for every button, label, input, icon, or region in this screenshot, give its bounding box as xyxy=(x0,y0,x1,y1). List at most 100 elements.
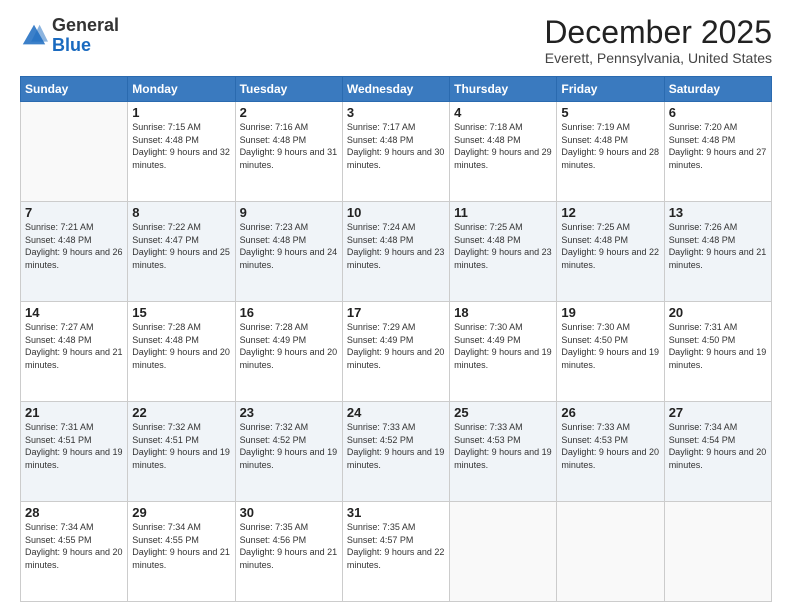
day-number-29: 29 xyxy=(132,505,230,520)
day-info-8: Sunrise: 7:22 AM Sunset: 4:47 PM Dayligh… xyxy=(132,221,230,271)
day-number-22: 22 xyxy=(132,405,230,420)
cell-4-6 xyxy=(664,502,771,602)
cell-0-0 xyxy=(21,102,128,202)
logo-blue: Blue xyxy=(52,35,91,55)
cell-2-5: 19Sunrise: 7:30 AM Sunset: 4:50 PM Dayli… xyxy=(557,302,664,402)
cell-2-6: 20Sunrise: 7:31 AM Sunset: 4:50 PM Dayli… xyxy=(664,302,771,402)
day-number-6: 6 xyxy=(669,105,767,120)
day-info-22: Sunrise: 7:32 AM Sunset: 4:51 PM Dayligh… xyxy=(132,421,230,471)
calendar-table: Sunday Monday Tuesday Wednesday Thursday… xyxy=(20,76,772,602)
header-saturday: Saturday xyxy=(664,77,771,102)
day-number-11: 11 xyxy=(454,205,552,220)
cell-4-0: 28Sunrise: 7:34 AM Sunset: 4:55 PM Dayli… xyxy=(21,502,128,602)
cell-1-0: 7Sunrise: 7:21 AM Sunset: 4:48 PM Daylig… xyxy=(21,202,128,302)
cell-2-3: 17Sunrise: 7:29 AM Sunset: 4:49 PM Dayli… xyxy=(342,302,449,402)
day-info-6: Sunrise: 7:20 AM Sunset: 4:48 PM Dayligh… xyxy=(669,121,767,171)
cell-2-0: 14Sunrise: 7:27 AM Sunset: 4:48 PM Dayli… xyxy=(21,302,128,402)
header-tuesday: Tuesday xyxy=(235,77,342,102)
cell-1-5: 12Sunrise: 7:25 AM Sunset: 4:48 PM Dayli… xyxy=(557,202,664,302)
week-row-4: 28Sunrise: 7:34 AM Sunset: 4:55 PM Dayli… xyxy=(21,502,772,602)
day-info-26: Sunrise: 7:33 AM Sunset: 4:53 PM Dayligh… xyxy=(561,421,659,471)
day-info-30: Sunrise: 7:35 AM Sunset: 4:56 PM Dayligh… xyxy=(240,521,338,571)
week-row-0: 1Sunrise: 7:15 AM Sunset: 4:48 PM Daylig… xyxy=(21,102,772,202)
day-info-10: Sunrise: 7:24 AM Sunset: 4:48 PM Dayligh… xyxy=(347,221,445,271)
day-info-28: Sunrise: 7:34 AM Sunset: 4:55 PM Dayligh… xyxy=(25,521,123,571)
cell-0-6: 6Sunrise: 7:20 AM Sunset: 4:48 PM Daylig… xyxy=(664,102,771,202)
cell-1-2: 9Sunrise: 7:23 AM Sunset: 4:48 PM Daylig… xyxy=(235,202,342,302)
header-sunday: Sunday xyxy=(21,77,128,102)
day-number-20: 20 xyxy=(669,305,767,320)
day-info-11: Sunrise: 7:25 AM Sunset: 4:48 PM Dayligh… xyxy=(454,221,552,271)
day-number-15: 15 xyxy=(132,305,230,320)
day-number-5: 5 xyxy=(561,105,659,120)
day-number-7: 7 xyxy=(25,205,123,220)
cell-4-1: 29Sunrise: 7:34 AM Sunset: 4:55 PM Dayli… xyxy=(128,502,235,602)
day-number-24: 24 xyxy=(347,405,445,420)
day-info-3: Sunrise: 7:17 AM Sunset: 4:48 PM Dayligh… xyxy=(347,121,445,171)
week-row-3: 21Sunrise: 7:31 AM Sunset: 4:51 PM Dayli… xyxy=(21,402,772,502)
cell-1-3: 10Sunrise: 7:24 AM Sunset: 4:48 PM Dayli… xyxy=(342,202,449,302)
cell-0-4: 4Sunrise: 7:18 AM Sunset: 4:48 PM Daylig… xyxy=(450,102,557,202)
logo-text: General Blue xyxy=(52,16,119,56)
day-number-19: 19 xyxy=(561,305,659,320)
title-block: December 2025 Everett, Pennsylvania, Uni… xyxy=(544,16,772,66)
location: Everett, Pennsylvania, United States xyxy=(544,50,772,66)
header-friday: Friday xyxy=(557,77,664,102)
cell-1-6: 13Sunrise: 7:26 AM Sunset: 4:48 PM Dayli… xyxy=(664,202,771,302)
cell-3-3: 24Sunrise: 7:33 AM Sunset: 4:52 PM Dayli… xyxy=(342,402,449,502)
day-number-2: 2 xyxy=(240,105,338,120)
day-info-16: Sunrise: 7:28 AM Sunset: 4:49 PM Dayligh… xyxy=(240,321,338,371)
cell-4-5 xyxy=(557,502,664,602)
day-info-9: Sunrise: 7:23 AM Sunset: 4:48 PM Dayligh… xyxy=(240,221,338,271)
day-info-23: Sunrise: 7:32 AM Sunset: 4:52 PM Dayligh… xyxy=(240,421,338,471)
day-number-25: 25 xyxy=(454,405,552,420)
logo-general: General xyxy=(52,15,119,35)
day-number-12: 12 xyxy=(561,205,659,220)
day-number-16: 16 xyxy=(240,305,338,320)
day-info-21: Sunrise: 7:31 AM Sunset: 4:51 PM Dayligh… xyxy=(25,421,123,471)
day-number-3: 3 xyxy=(347,105,445,120)
day-info-18: Sunrise: 7:30 AM Sunset: 4:49 PM Dayligh… xyxy=(454,321,552,371)
day-info-14: Sunrise: 7:27 AM Sunset: 4:48 PM Dayligh… xyxy=(25,321,123,371)
cell-4-2: 30Sunrise: 7:35 AM Sunset: 4:56 PM Dayli… xyxy=(235,502,342,602)
cell-3-6: 27Sunrise: 7:34 AM Sunset: 4:54 PM Dayli… xyxy=(664,402,771,502)
header: General Blue December 2025 Everett, Penn… xyxy=(20,16,772,66)
day-number-21: 21 xyxy=(25,405,123,420)
cell-2-1: 15Sunrise: 7:28 AM Sunset: 4:48 PM Dayli… xyxy=(128,302,235,402)
day-info-29: Sunrise: 7:34 AM Sunset: 4:55 PM Dayligh… xyxy=(132,521,230,571)
day-info-13: Sunrise: 7:26 AM Sunset: 4:48 PM Dayligh… xyxy=(669,221,767,271)
day-number-1: 1 xyxy=(132,105,230,120)
cell-0-2: 2Sunrise: 7:16 AM Sunset: 4:48 PM Daylig… xyxy=(235,102,342,202)
day-info-25: Sunrise: 7:33 AM Sunset: 4:53 PM Dayligh… xyxy=(454,421,552,471)
header-monday: Monday xyxy=(128,77,235,102)
day-number-13: 13 xyxy=(669,205,767,220)
week-row-2: 14Sunrise: 7:27 AM Sunset: 4:48 PM Dayli… xyxy=(21,302,772,402)
day-info-27: Sunrise: 7:34 AM Sunset: 4:54 PM Dayligh… xyxy=(669,421,767,471)
cell-0-1: 1Sunrise: 7:15 AM Sunset: 4:48 PM Daylig… xyxy=(128,102,235,202)
day-number-27: 27 xyxy=(669,405,767,420)
day-number-18: 18 xyxy=(454,305,552,320)
day-info-15: Sunrise: 7:28 AM Sunset: 4:48 PM Dayligh… xyxy=(132,321,230,371)
cell-1-1: 8Sunrise: 7:22 AM Sunset: 4:47 PM Daylig… xyxy=(128,202,235,302)
logo: General Blue xyxy=(20,16,119,56)
day-number-14: 14 xyxy=(25,305,123,320)
cell-4-3: 31Sunrise: 7:35 AM Sunset: 4:57 PM Dayli… xyxy=(342,502,449,602)
cell-3-2: 23Sunrise: 7:32 AM Sunset: 4:52 PM Dayli… xyxy=(235,402,342,502)
day-number-9: 9 xyxy=(240,205,338,220)
day-info-1: Sunrise: 7:15 AM Sunset: 4:48 PM Dayligh… xyxy=(132,121,230,171)
cell-3-4: 25Sunrise: 7:33 AM Sunset: 4:53 PM Dayli… xyxy=(450,402,557,502)
calendar-header-row: Sunday Monday Tuesday Wednesday Thursday… xyxy=(21,77,772,102)
cell-2-4: 18Sunrise: 7:30 AM Sunset: 4:49 PM Dayli… xyxy=(450,302,557,402)
logo-icon xyxy=(20,22,48,50)
day-number-10: 10 xyxy=(347,205,445,220)
header-thursday: Thursday xyxy=(450,77,557,102)
day-number-28: 28 xyxy=(25,505,123,520)
cell-3-1: 22Sunrise: 7:32 AM Sunset: 4:51 PM Dayli… xyxy=(128,402,235,502)
cell-2-2: 16Sunrise: 7:28 AM Sunset: 4:49 PM Dayli… xyxy=(235,302,342,402)
day-info-17: Sunrise: 7:29 AM Sunset: 4:49 PM Dayligh… xyxy=(347,321,445,371)
day-number-30: 30 xyxy=(240,505,338,520)
cell-3-0: 21Sunrise: 7:31 AM Sunset: 4:51 PM Dayli… xyxy=(21,402,128,502)
header-wednesday: Wednesday xyxy=(342,77,449,102)
day-info-19: Sunrise: 7:30 AM Sunset: 4:50 PM Dayligh… xyxy=(561,321,659,371)
cell-1-4: 11Sunrise: 7:25 AM Sunset: 4:48 PM Dayli… xyxy=(450,202,557,302)
